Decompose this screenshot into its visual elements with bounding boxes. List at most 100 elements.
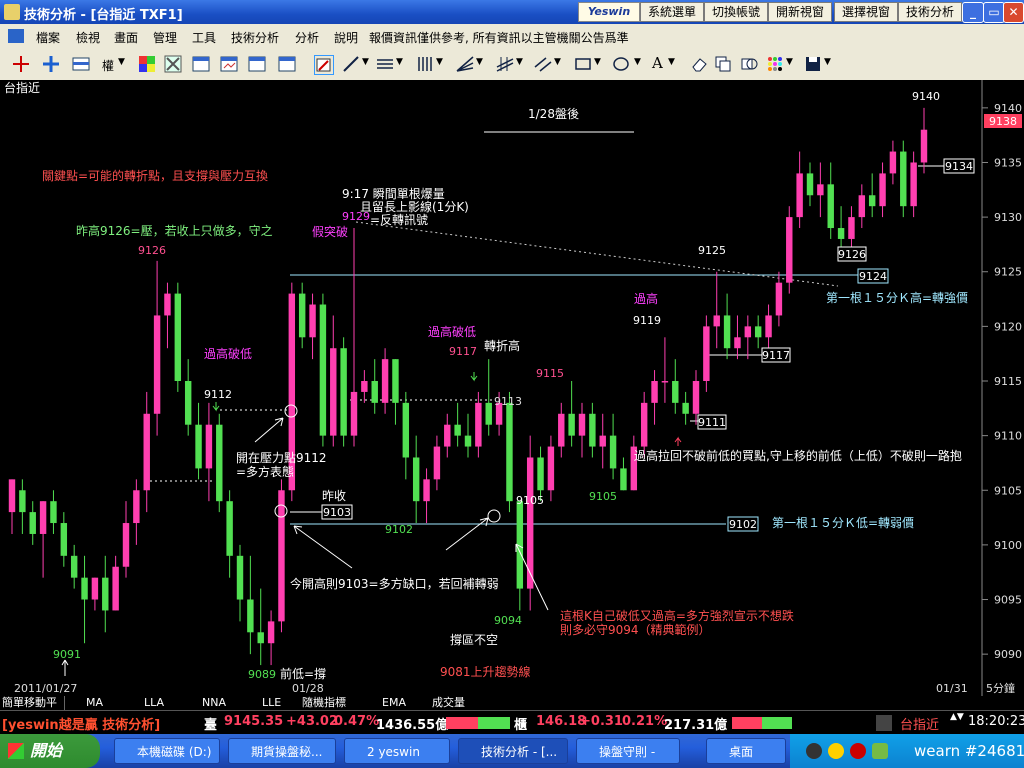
- copy-icon[interactable]: [714, 55, 732, 73]
- tray-icon-3[interactable]: [850, 743, 866, 759]
- tray-icon-2[interactable]: [828, 743, 844, 759]
- dropdown-arrow-icon[interactable]: ▼: [396, 57, 403, 67]
- new-window-button[interactable]: 開新視窗: [768, 2, 832, 22]
- candle-up: [122, 523, 130, 567]
- task-trading-rules[interactable]: 操盤守則 -: [576, 738, 680, 764]
- candle-down: [102, 577, 109, 611]
- tab-simple-ma[interactable]: 簡單移動平: [2, 696, 65, 710]
- horizontal-lines-icon[interactable]: [376, 55, 394, 73]
- candle-up: [765, 315, 772, 338]
- dropdown-arrow-icon[interactable]: ▼: [516, 57, 523, 67]
- period-label: 5分鐘: [986, 681, 1015, 695]
- start-button[interactable]: 開始: [0, 734, 100, 768]
- price-tick-label: 9120: [994, 320, 1022, 333]
- price-tick-label: 9095: [994, 594, 1022, 607]
- tab-ema[interactable]: EMA: [382, 696, 422, 710]
- restore-icon[interactable]: ▭: [983, 2, 1005, 23]
- candle-up: [205, 424, 213, 469]
- move-icon[interactable]: [42, 55, 60, 73]
- minimize-icon[interactable]: _: [962, 2, 984, 23]
- candle-up: [8, 479, 16, 513]
- task-desktop[interactable]: 桌面: [706, 738, 786, 764]
- tray-icon-1[interactable]: [806, 743, 822, 759]
- dropdown-arrow-icon[interactable]: ▼: [668, 57, 675, 67]
- price-9125: 9125: [698, 244, 726, 257]
- menu-file[interactable]: 檔案: [36, 29, 60, 46]
- tab-lla[interactable]: LLA: [144, 696, 184, 710]
- task-local-disk[interactable]: 本機磁碟 (D:): [114, 738, 220, 764]
- dropdown-arrow-icon[interactable]: ▼: [362, 57, 369, 67]
- select-window-button[interactable]: 選擇視窗: [834, 2, 898, 22]
- menu-technical-analysis[interactable]: 技術分析: [231, 29, 279, 46]
- fan-lines-icon[interactable]: [456, 55, 474, 73]
- candle-down: [672, 381, 679, 403]
- tab-nna[interactable]: NNA: [202, 696, 242, 710]
- vertical-lines-icon[interactable]: [416, 55, 434, 73]
- close-icon[interactable]: ✕: [1003, 2, 1024, 23]
- text-tool-icon[interactable]: A: [652, 54, 663, 72]
- tab-stochastic[interactable]: 隨機指標: [302, 696, 358, 710]
- alert-icon[interactable]: [876, 715, 892, 731]
- menu-help[interactable]: 說明: [334, 29, 358, 46]
- candle-down: [298, 293, 306, 338]
- crosshair-icon[interactable]: [12, 55, 30, 73]
- window-icon-1[interactable]: [192, 55, 210, 73]
- price-tick-label: 9110: [994, 430, 1022, 443]
- save-icon[interactable]: [804, 55, 822, 73]
- candlestick-chart[interactable]: 9140 9135 9130 9125 9120 9115 9110 9105 9100 9095…: [0, 80, 1024, 696]
- task-yeswin[interactable]: 2 yeswin: [344, 738, 450, 764]
- dropdown-arrow-icon[interactable]: ▼: [594, 57, 601, 67]
- tab-volume[interactable]: 成交量: [432, 696, 482, 710]
- window-icon-2[interactable]: [220, 55, 238, 73]
- quota-dropdown[interactable]: 權: [102, 57, 114, 74]
- trend-line-icon[interactable]: [342, 55, 360, 73]
- layout-icon[interactable]: [72, 55, 90, 73]
- shape-icon[interactable]: [740, 55, 758, 73]
- task-technical-analysis[interactable]: 技術分析 - [...: [458, 738, 568, 764]
- ellipse-icon[interactable]: [612, 55, 630, 73]
- price-tick-label: 9140: [994, 102, 1022, 115]
- candle-down: [464, 435, 472, 447]
- channel-icon[interactable]: [496, 55, 514, 73]
- dropdown-arrow-icon[interactable]: ▼: [824, 57, 831, 67]
- candle-up: [143, 413, 150, 491]
- clear-drawing-icon[interactable]: [164, 55, 182, 73]
- menu-screen[interactable]: 畫面: [114, 29, 138, 46]
- color-palette-icon[interactable]: [766, 55, 784, 73]
- dropdown-arrow-icon[interactable]: ▼: [476, 57, 483, 67]
- tray-icon-4[interactable]: [872, 743, 888, 759]
- switch-account-button[interactable]: 切換帳號: [704, 2, 768, 22]
- candle-down: [174, 293, 182, 381]
- eraser-icon[interactable]: [690, 55, 708, 73]
- symbol-dropdown-icon[interactable]: ▲▼: [950, 712, 964, 722]
- dropdown-arrow-icon[interactable]: ▼: [436, 57, 443, 67]
- tab-lle[interactable]: LLE: [262, 696, 302, 710]
- menu-analysis[interactable]: 分析: [295, 29, 319, 46]
- annot-support: 撐區不空: [450, 633, 498, 647]
- quote-symbol[interactable]: 台指近: [900, 714, 939, 733]
- annot-break-high-2: 過高破低: [428, 324, 476, 339]
- annot-prev-high: 昨高9126=壓，若收上只做多，守之: [76, 223, 273, 238]
- price-9089: 9089: [248, 668, 276, 681]
- window-icon-3[interactable]: [248, 55, 266, 73]
- parallel-icon[interactable]: [534, 55, 552, 73]
- color-grid-icon[interactable]: [138, 55, 156, 73]
- system-menu-button[interactable]: 系統選單: [640, 2, 704, 22]
- rectangle-icon[interactable]: [574, 55, 592, 73]
- candle-down: [837, 228, 845, 239]
- task-futures-doc[interactable]: 期貨操盤秘...: [228, 738, 336, 764]
- chart-canvas[interactable]: 9140 9135 9130 9125 9120 9115 9110 9105 9100 9095…: [0, 80, 1024, 696]
- candle-up: [433, 446, 441, 480]
- tab-ma[interactable]: MA: [86, 696, 126, 710]
- dropdown-arrow-icon[interactable]: ▼: [118, 57, 125, 67]
- technical-analysis-button[interactable]: 技術分析: [898, 2, 962, 22]
- menu-manage[interactable]: 管理: [153, 29, 177, 46]
- dropdown-arrow-icon[interactable]: ▼: [554, 57, 561, 67]
- dropdown-arrow-icon[interactable]: ▼: [634, 57, 641, 67]
- dropdown-arrow-icon[interactable]: ▼: [786, 57, 793, 67]
- window-icon-4[interactable]: [278, 55, 296, 73]
- menu-view[interactable]: 檢視: [76, 29, 100, 46]
- menu-tools[interactable]: 工具: [192, 29, 216, 46]
- draw-pen-icon[interactable]: [314, 55, 334, 75]
- candle-down: [50, 501, 57, 524]
